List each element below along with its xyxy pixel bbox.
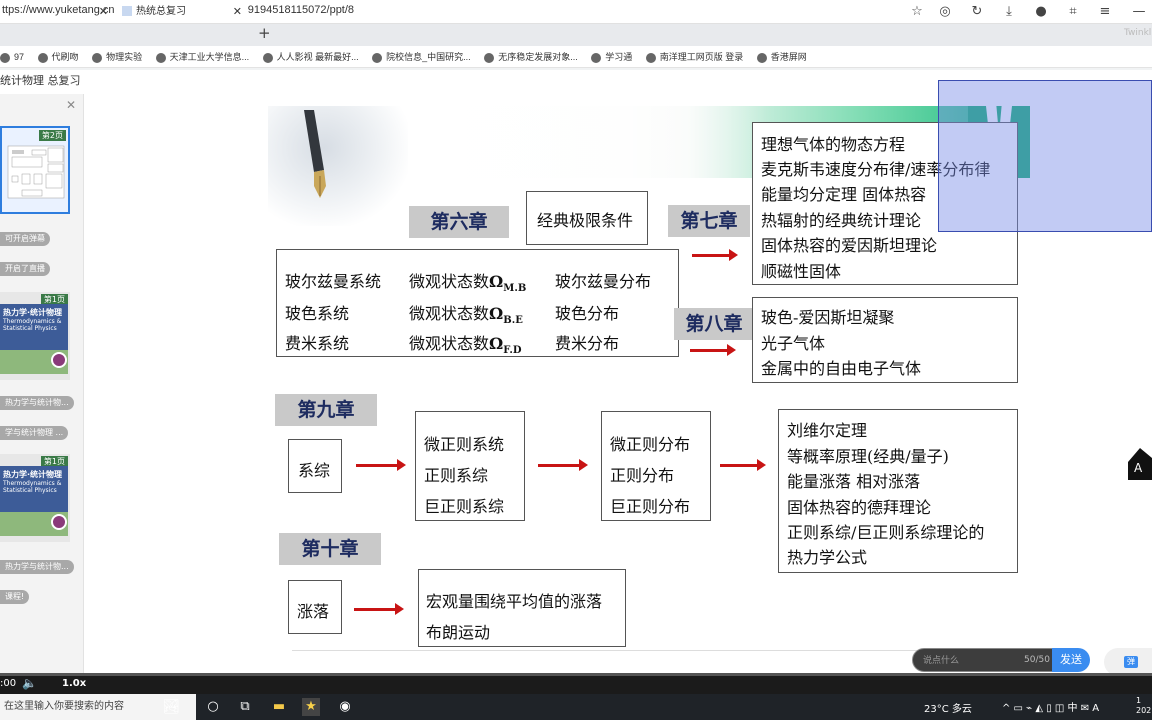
bookmark-icon (0, 52, 10, 63)
slide-thumbnail[interactable]: 第1页 热力学·统计物理 Thermodynamics & Statistica… (0, 454, 70, 542)
video-progress-bar[interactable] (0, 673, 1152, 676)
bookmark[interactable]: 物理实验 (92, 46, 142, 67)
volume-icon[interactable]: 🔈 (22, 676, 37, 690)
file-explorer-icon[interactable]: ▬ (270, 698, 288, 716)
chapter-9-label: 第九章 (275, 394, 377, 426)
thumb-page-badge: 第2页 (38, 130, 66, 141)
danmu-icon: 弹 (1124, 656, 1138, 668)
bookmark[interactable]: 院校信息_中国研究... (372, 46, 471, 67)
tab-strip-right-text: Twinkl (1124, 28, 1152, 38)
arrow-right-icon (538, 459, 588, 471)
page-title: 统计物理 总复习 (0, 74, 81, 87)
sidebar-pill: 学与统计物理 ... (0, 426, 69, 440)
search-highlight-icon: 🏞 (162, 699, 180, 715)
system-tray[interactable]: ^ ▭ ⌁ ◭ ▯ ◫ 中 ✉ A (1002, 699, 1099, 714)
sidebar-pill: 热力学与统计物... (0, 560, 74, 574)
send-button[interactable]: 发送 (1052, 648, 1090, 672)
ch8-topics-box: 玻色-爱因斯坦凝聚 光子气体 金属中的自由电子气体 (752, 297, 1018, 383)
thumb-title-area: 热力学·统计物理 Thermodynamics & Statistical Ph… (0, 304, 68, 350)
minimize-icon[interactable]: — (1130, 3, 1148, 21)
bookmarks-bar: 97 代刷吻 物理实验 天津工业大学信息... 人人影视 最新最好... 院校信… (0, 46, 1152, 68)
star-icon[interactable]: ☆ (908, 3, 926, 21)
weather-widget[interactable]: 23°C 多云 (924, 700, 972, 715)
ch6-systems-box: 玻尔兹曼系统 微观状态数ΩM.B 玻尔兹曼分布 玻色系统 微观状态数ΩB.E 玻… (276, 249, 679, 357)
svg-text:A: A (1134, 461, 1143, 475)
font-size-tool-icon[interactable]: A (1128, 448, 1152, 480)
university-emblem-icon (51, 514, 67, 530)
fluctuation-box: 涨落 (288, 580, 342, 634)
chapter-6-label: 第六章 (409, 206, 509, 238)
ch9-distributions-box: 微正则分布 正则分布 巨正则分布 (601, 411, 711, 521)
arrow-right-icon (354, 603, 404, 615)
bookmark-icon (37, 52, 48, 63)
download-icon[interactable]: ⤓ (1000, 3, 1018, 21)
menu-icon[interactable]: ≡ (1096, 3, 1114, 21)
sidebar-pill: 开启了直播 (0, 262, 50, 276)
ch10-topics-box: 宏观量围绕平均值的涨落 布朗运动 (418, 569, 626, 647)
bookmark-icon (645, 52, 656, 63)
arrow-right-icon (690, 344, 736, 356)
thumb-diagram (7, 145, 65, 199)
task-view-icon[interactable]: ⧉ (236, 698, 254, 716)
slide-divider (292, 650, 1012, 651)
bookmark[interactable]: 97 (0, 46, 24, 67)
bookmark[interactable]: 代刷吻 (37, 46, 79, 67)
slide-thumbnail[interactable]: 第2页 (0, 126, 70, 214)
extension-icon[interactable]: ◎ (936, 3, 954, 21)
bookmark-icon (155, 52, 166, 63)
chrome-icon[interactable]: ◉ (336, 698, 354, 716)
refresh-icon[interactable]: ↻ (968, 3, 986, 21)
arrow-right-icon (356, 459, 406, 471)
fountain-pen-icon (304, 110, 326, 198)
bookmark[interactable]: 南洋理工网页版 登录 (645, 46, 743, 67)
avatar-icon[interactable]: ● (1032, 3, 1050, 21)
bookmark[interactable]: 香港屏网 (756, 46, 807, 67)
video-time: :00 (0, 678, 17, 689)
comment-char-count: 50/50 (1024, 655, 1050, 665)
selection-overlay (938, 80, 1152, 232)
bookmark-icon (372, 52, 383, 63)
ch9-topics-box: 刘维尔定理 等概率原理(经典/量子) 能量涨落 相对涨落 固体热容的德拜理论 正… (778, 409, 1018, 573)
thumb-title-area: 热力学·统计物理 Thermodynamics & Statistical Ph… (0, 466, 68, 512)
bookmark-icon (262, 52, 273, 63)
close-icon[interactable]: ✕ (66, 98, 76, 112)
bookmark-icon (756, 52, 767, 63)
chapter-10-label: 第十章 (279, 533, 381, 565)
playback-speed-button[interactable]: 1.0x (62, 678, 86, 689)
sidebar-pill: 可开启弹幕 (0, 232, 50, 246)
chapter-8-label: 第八章 (674, 308, 754, 340)
ensemble-box: 系综 (288, 439, 342, 493)
university-emblem-icon (51, 352, 67, 368)
pinned-app-icon[interactable]: ★ (302, 698, 320, 716)
browser-tab-active[interactable]: 热统总复习 ✕ (114, 2, 248, 22)
cortana-icon[interactable]: ○ (204, 698, 222, 716)
ch9-systems-box: 微正则系统 正则系综 巨正则系综 (415, 411, 525, 521)
bookmark-icon (591, 52, 602, 63)
close-tab-icon[interactable]: ✕ (99, 2, 108, 22)
video-control-bar (0, 674, 1152, 694)
browser-tab[interactable]: ✕ (0, 2, 114, 22)
bookmark[interactable]: 学习通 (591, 46, 632, 67)
taskbar-clock[interactable]: 1 202 (1136, 696, 1151, 716)
new-tab-icon[interactable]: + (258, 24, 271, 42)
sidebar-pill: 热力学与统计物... (0, 396, 74, 410)
crop-icon[interactable]: ⌗ (1064, 3, 1082, 21)
bookmark[interactable]: 人人影视 最新最好... (262, 46, 359, 67)
danmu-toggle-button[interactable]: 弹 (1104, 648, 1152, 676)
bookmark[interactable]: 无序稳定发展对象... (484, 46, 578, 67)
tab-strip (0, 24, 1152, 46)
chapter-7-label: 第七章 (668, 205, 750, 237)
tab-favicon-icon (122, 6, 132, 16)
bookmark-icon (484, 52, 495, 63)
bookmark[interactable]: 天津工业大学信息... (155, 46, 249, 67)
bookmark-icon (92, 52, 103, 63)
close-tab-icon[interactable]: ✕ (233, 2, 242, 22)
arrow-right-icon (692, 249, 738, 261)
sidebar-pill: 课程! (0, 590, 30, 604)
arrow-right-icon (720, 459, 766, 471)
classical-limit-box: 经典极限条件 (526, 191, 648, 245)
slide-thumbnail[interactable]: 第1页 热力学·统计物理 Thermodynamics & Statistica… (0, 292, 70, 380)
